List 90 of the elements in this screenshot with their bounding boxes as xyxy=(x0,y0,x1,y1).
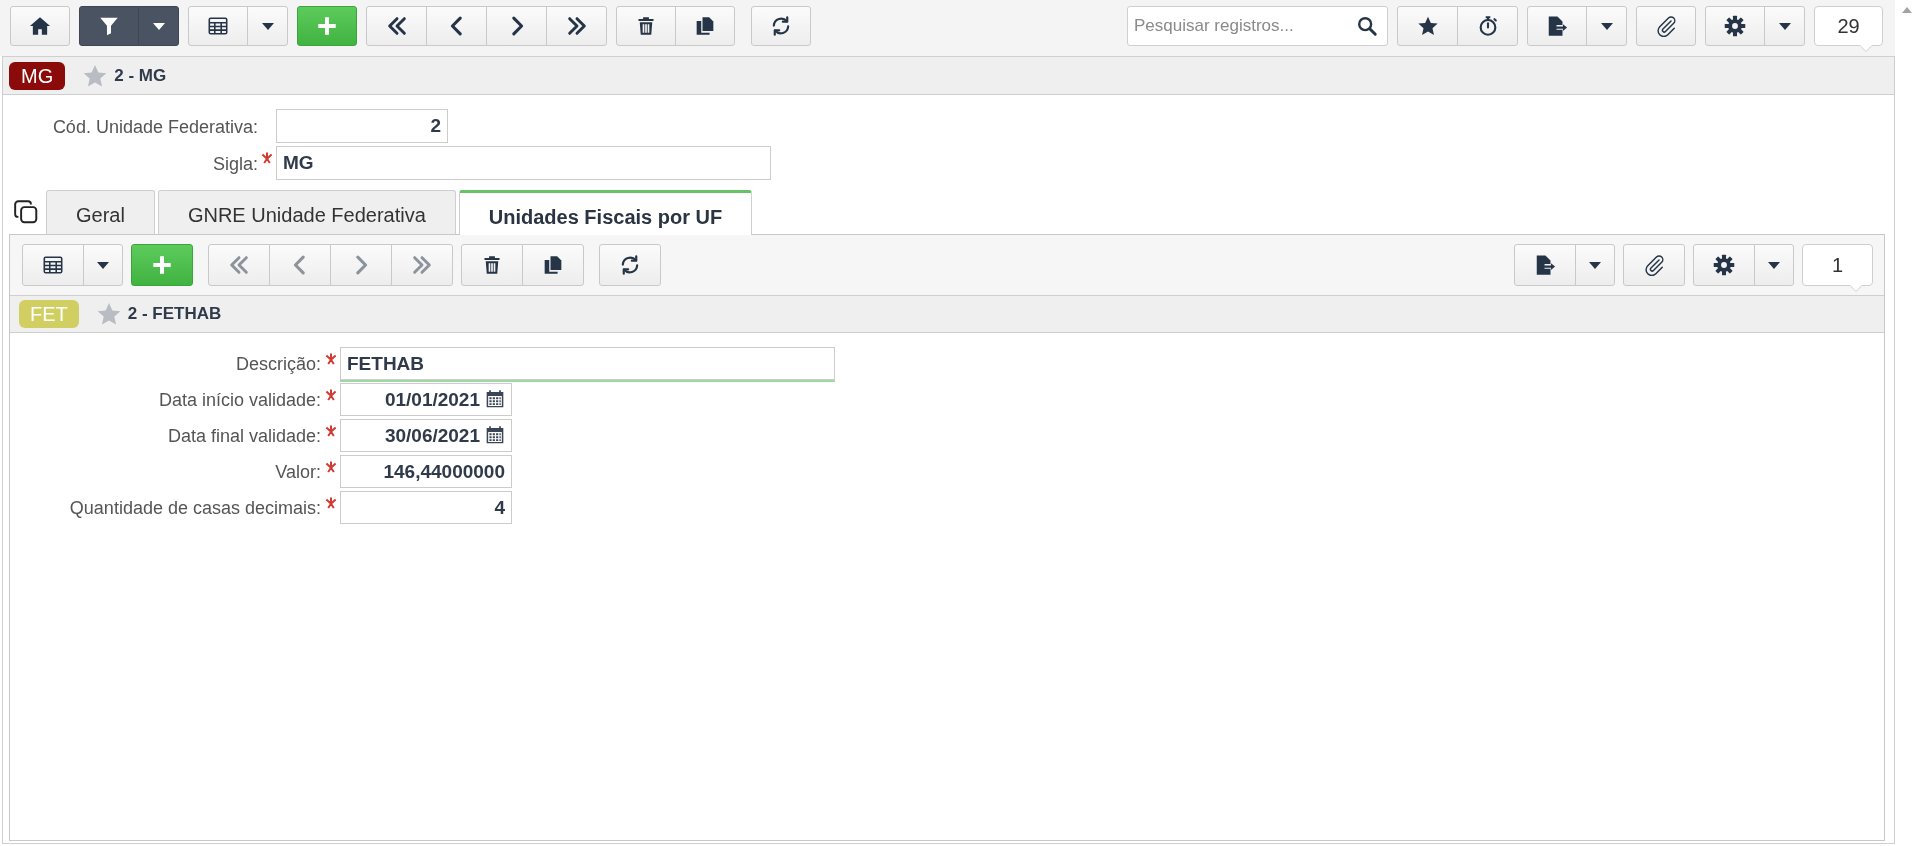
number-input[interactable]: 2 xyxy=(276,109,448,143)
field-label: Sigla: xyxy=(211,152,258,176)
record-badge: FET xyxy=(19,300,79,328)
plus-icon xyxy=(316,15,338,37)
duplicate-button[interactable] xyxy=(522,244,584,286)
export-menu-button[interactable] xyxy=(1575,244,1615,286)
trash-icon xyxy=(482,255,502,275)
home-button[interactable] xyxy=(10,6,70,46)
field-label: Valor: xyxy=(274,461,321,484)
field-label: Data início validade: xyxy=(157,389,321,412)
record-title: 2 - MG xyxy=(114,64,167,87)
refresh-icon xyxy=(619,254,641,276)
settings-menu-button[interactable] xyxy=(1754,244,1794,286)
date-input[interactable]: 30/06/2021 xyxy=(340,419,512,452)
funnel-icon xyxy=(98,15,120,37)
double-chevron-right-icon xyxy=(411,254,433,276)
attach-button[interactable] xyxy=(1636,6,1696,46)
grid-view-button[interactable] xyxy=(188,6,248,46)
caret-icon xyxy=(1778,22,1791,30)
caret-icon xyxy=(1589,261,1601,269)
record-count: 29 xyxy=(1814,6,1883,52)
add-button[interactable] xyxy=(297,6,357,46)
plus-icon xyxy=(151,254,173,276)
number-input[interactable]: 146,44000000 xyxy=(340,455,512,488)
first-record-button[interactable] xyxy=(366,6,427,46)
timer-button[interactable] xyxy=(1457,6,1518,46)
copy-icon xyxy=(543,255,563,275)
home-icon xyxy=(29,15,51,37)
calendar-icon[interactable] xyxy=(485,425,505,445)
filter-button[interactable] xyxy=(79,6,139,46)
field-label: Data final validade: xyxy=(166,425,321,448)
view-menu-button[interactable] xyxy=(247,6,288,46)
filter-menu-button[interactable] xyxy=(138,6,179,46)
text-input[interactable]: MG xyxy=(276,146,771,180)
export-button[interactable] xyxy=(1527,6,1587,46)
caret-icon xyxy=(97,261,109,269)
settings-button[interactable] xyxy=(1705,6,1765,46)
caret-icon xyxy=(261,22,274,30)
number-input[interactable]: 4 xyxy=(340,491,512,524)
double-chevron-left-icon xyxy=(228,254,250,276)
record-title: 2 - FETHAB xyxy=(127,303,222,326)
settings-icon xyxy=(1724,15,1746,37)
file-export-icon xyxy=(1534,254,1556,276)
search-field[interactable]: Pesquisar registros... xyxy=(1127,6,1388,46)
copy-icon xyxy=(695,16,715,36)
settings-icon xyxy=(1713,254,1735,276)
overlapping-squares-icon[interactable] xyxy=(13,199,39,225)
settings-menu-button[interactable] xyxy=(1764,6,1805,46)
grid-view-button[interactable] xyxy=(22,244,84,286)
double-chevron-left-icon xyxy=(385,15,408,37)
duplicate-button[interactable] xyxy=(675,6,735,46)
table-icon xyxy=(207,15,229,37)
favorites-button[interactable] xyxy=(1397,6,1458,46)
export-button[interactable] xyxy=(1514,244,1576,286)
last-record-button[interactable] xyxy=(546,6,607,46)
add-button[interactable] xyxy=(131,244,193,286)
date-input[interactable]: 01/01/2021 xyxy=(340,383,512,416)
record-badge: MG xyxy=(9,61,66,90)
next-record-button[interactable] xyxy=(486,6,547,46)
attach-button[interactable] xyxy=(1623,244,1685,286)
refresh-icon xyxy=(770,15,792,37)
refresh-button[interactable] xyxy=(599,244,661,286)
star-icon[interactable] xyxy=(95,301,122,327)
previous-record-button[interactable] xyxy=(426,6,487,46)
table-icon xyxy=(42,254,64,276)
record-count: 1 xyxy=(1802,244,1873,292)
field-label: Cód. Unidade Federativa: xyxy=(51,115,258,139)
file-export-icon xyxy=(1546,15,1568,37)
field-label: Descrição: xyxy=(234,353,321,376)
calendar-icon[interactable] xyxy=(485,389,505,409)
settings-button[interactable] xyxy=(1693,244,1755,286)
paperclip-icon xyxy=(1643,254,1665,276)
tab[interactable]: Geral xyxy=(46,190,155,234)
delete-button[interactable] xyxy=(616,6,676,46)
field-label: Quantidade de casas decimais: xyxy=(68,497,321,520)
double-chevron-right-icon xyxy=(565,15,588,37)
paperclip-icon xyxy=(1655,15,1677,37)
trash-icon xyxy=(636,16,656,36)
text-input[interactable]: FETHAB xyxy=(340,347,835,380)
tab[interactable]: Unidades Fiscais por UF xyxy=(458,190,753,235)
export-menu-button[interactable] xyxy=(1586,6,1627,46)
tab[interactable]: GNRE Unidade Federativa xyxy=(157,190,456,234)
caret-icon xyxy=(152,22,165,30)
view-menu-button[interactable] xyxy=(83,244,123,286)
search-icon[interactable] xyxy=(1356,15,1378,37)
caret-icon xyxy=(1600,22,1613,30)
delete-button[interactable] xyxy=(461,244,523,286)
refresh-button[interactable] xyxy=(751,6,811,46)
caret-icon xyxy=(1768,261,1780,269)
star-icon xyxy=(1416,15,1439,37)
